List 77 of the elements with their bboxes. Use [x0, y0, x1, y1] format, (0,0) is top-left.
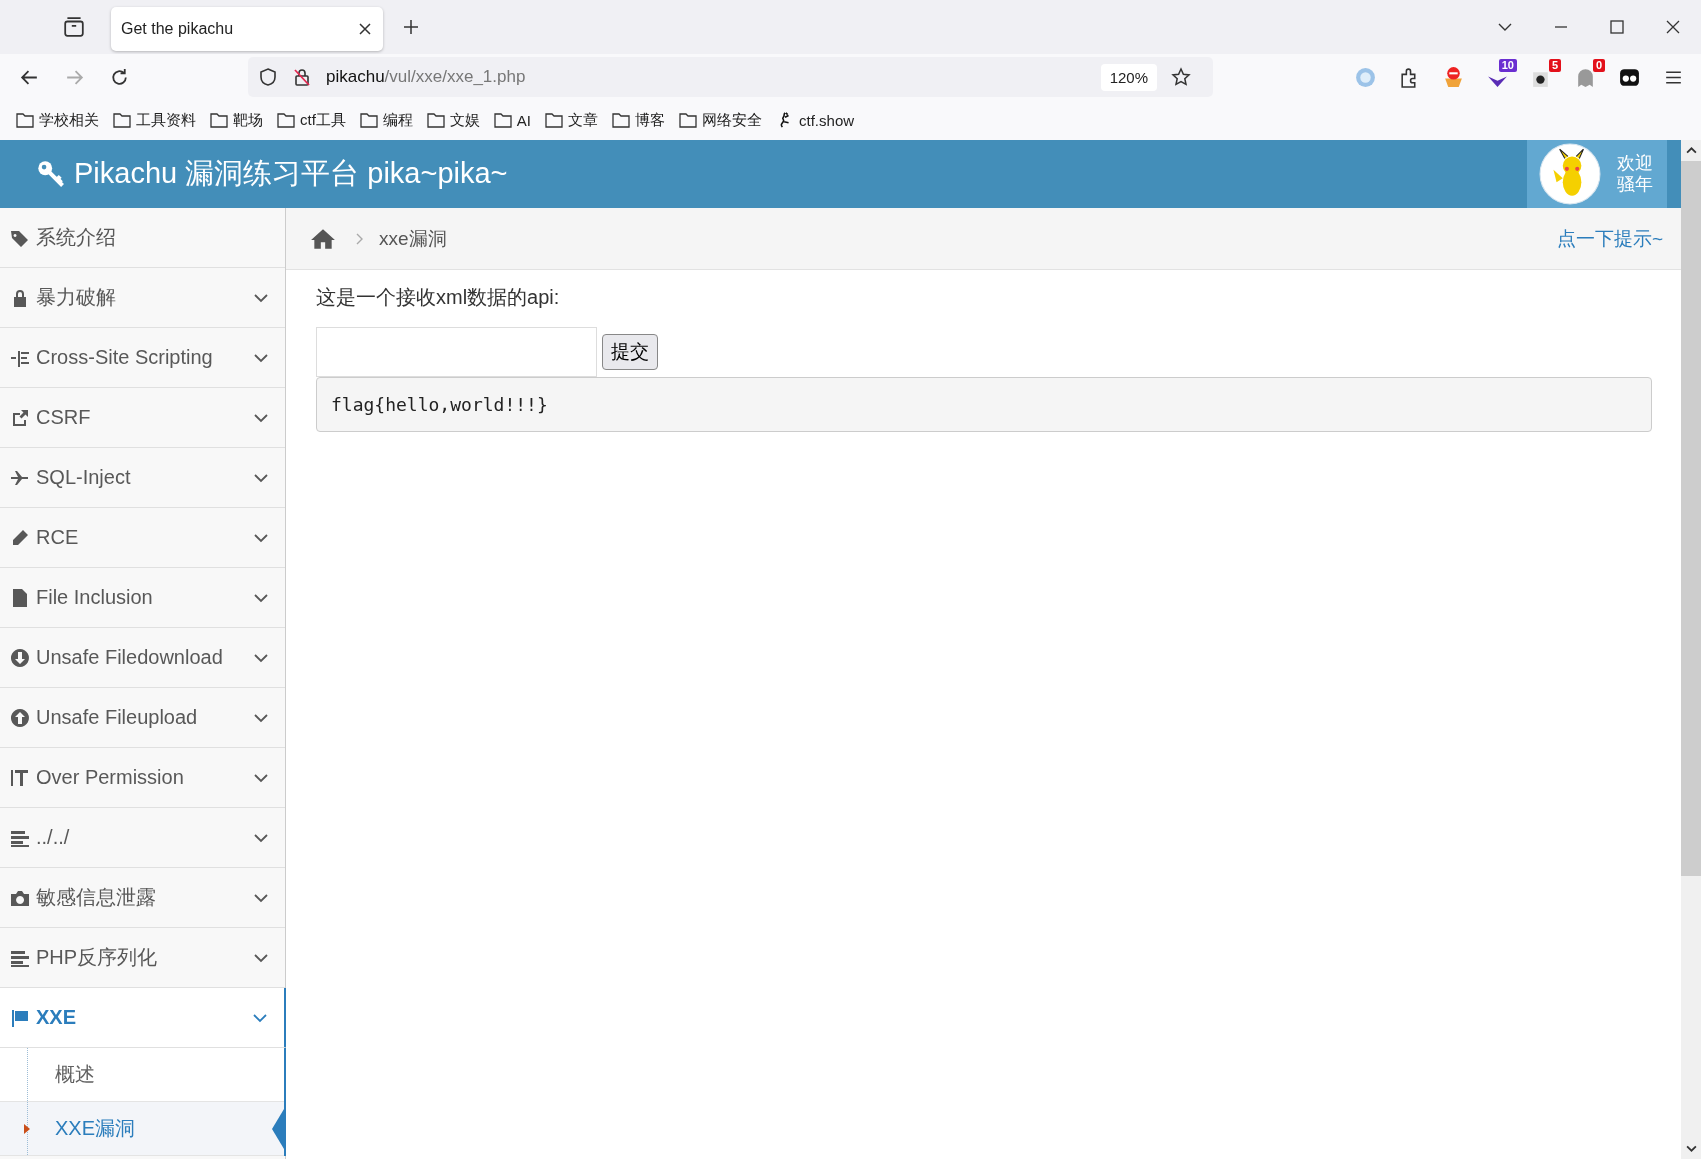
- bookmark[interactable]: ctf.show: [776, 111, 855, 129]
- breadcrumb-current: xxe漏洞: [379, 226, 447, 251]
- sidebar-item[interactable]: File Inclusion: [0, 568, 285, 628]
- new-tab-icon[interactable]: [403, 19, 419, 35]
- result-text: flag{hello,world!!!}: [331, 394, 548, 415]
- bookmark[interactable]: ctf工具: [277, 110, 346, 130]
- close-icon[interactable]: [359, 23, 371, 35]
- sidebar-item[interactable]: SQL-Inject: [0, 448, 285, 508]
- caret-icon: [24, 1123, 30, 1134]
- folder-icon: [277, 112, 295, 128]
- key-icon: [36, 159, 66, 189]
- share-icon: [10, 407, 30, 428]
- sidebar-item[interactable]: Unsafe Filedownload: [0, 628, 285, 688]
- welcome-text: 骚年: [1617, 174, 1653, 195]
- welcome-text: 欢迎: [1617, 153, 1653, 174]
- folder-icon: [545, 112, 564, 128]
- sidebar-item[interactable]: Unsafe Fileupload: [0, 688, 285, 748]
- text-height-icon: [10, 767, 30, 788]
- folder-icon: [612, 112, 631, 128]
- bookmark[interactable]: 文章: [545, 110, 599, 130]
- folder-icon: [493, 112, 512, 128]
- site-title: Pikachu 漏洞练习平台 pika~pika~: [74, 156, 508, 191]
- sidebar-item[interactable]: 系统介绍: [0, 208, 285, 268]
- notification-badge: 0: [1592, 58, 1605, 72]
- file-icon: [10, 587, 30, 608]
- scroll-down-icon[interactable]: [1685, 1144, 1697, 1153]
- browser-tab[interactable]: Get the pikachu: [111, 7, 383, 51]
- flag-icon: [10, 1007, 30, 1028]
- bookmark[interactable]: 博客: [612, 110, 666, 130]
- bookmark[interactable]: 靶场: [210, 110, 263, 130]
- chevron-right-icon: [356, 232, 364, 245]
- pointer-icon: [272, 1108, 284, 1149]
- folder-icon: [16, 112, 34, 128]
- url-text: pikachu/vul/xxe/xxe_1.php: [326, 67, 526, 87]
- hint-link[interactable]: 点一下提示~: [1556, 225, 1663, 252]
- prompt-text: 这是一个接收xml数据的api:: [316, 285, 561, 310]
- folder-icon: [113, 112, 131, 128]
- download-icon: [10, 647, 30, 668]
- close-icon[interactable]: [1665, 19, 1681, 35]
- address-bar[interactable]: pikachu/vul/xxe/xxe_1.php 120%: [248, 57, 1213, 97]
- notification-badge: 10: [1498, 58, 1517, 72]
- submit-button[interactable]: 提交: [602, 334, 658, 370]
- bookmark[interactable]: AI: [493, 111, 532, 129]
- shield-icon[interactable]: [258, 67, 278, 87]
- sidebar-item[interactable]: XXE: [0, 988, 288, 1048]
- folder-icon: [679, 112, 698, 128]
- sidebar-item[interactable]: 暴力破解: [0, 268, 285, 328]
- pencil-icon: [10, 527, 30, 548]
- reload-icon[interactable]: [109, 66, 130, 88]
- home-icon[interactable]: [310, 227, 336, 250]
- folder-icon: [210, 112, 228, 128]
- folder-icon: [359, 112, 378, 128]
- bookmark[interactable]: 网络安全: [679, 110, 763, 130]
- sidebar-item[interactable]: ../../: [0, 808, 285, 868]
- upload-icon: [10, 707, 30, 728]
- xml-input-field[interactable]: [316, 327, 597, 377]
- scrollbar[interactable]: [1681, 140, 1701, 1159]
- sidebar-item[interactable]: RCE: [0, 508, 285, 568]
- zoom-level[interactable]: 120%: [1100, 63, 1157, 91]
- bookmark[interactable]: 学校相关: [16, 110, 99, 130]
- scroll-up-icon[interactable]: [1685, 146, 1697, 155]
- sidebar-item[interactable]: CSRF: [0, 388, 285, 448]
- bookmark[interactable]: 工具资料: [113, 110, 196, 130]
- insecure-lock-icon[interactable]: [292, 67, 312, 87]
- folder-icon: [426, 112, 445, 128]
- avatar-icon: [1539, 143, 1601, 205]
- bookmark[interactable]: 文娱: [426, 110, 480, 130]
- sidebar-item[interactable]: Cross-Site Scripting: [0, 328, 285, 388]
- sidebar-item[interactable]: Over Permission: [0, 748, 285, 808]
- sidebar-item[interactable]: 敏感信息泄露: [0, 868, 285, 928]
- notification-badge: 5: [1548, 58, 1561, 72]
- maximize-icon[interactable]: [1609, 19, 1625, 35]
- bookmark[interactable]: 编程: [359, 110, 413, 130]
- submenu-item[interactable]: XXE漏洞: [0, 1102, 284, 1156]
- tab-list-icon[interactable]: [63, 16, 85, 38]
- scroll-thumb[interactable]: [1681, 161, 1701, 876]
- star-icon[interactable]: [1171, 67, 1191, 87]
